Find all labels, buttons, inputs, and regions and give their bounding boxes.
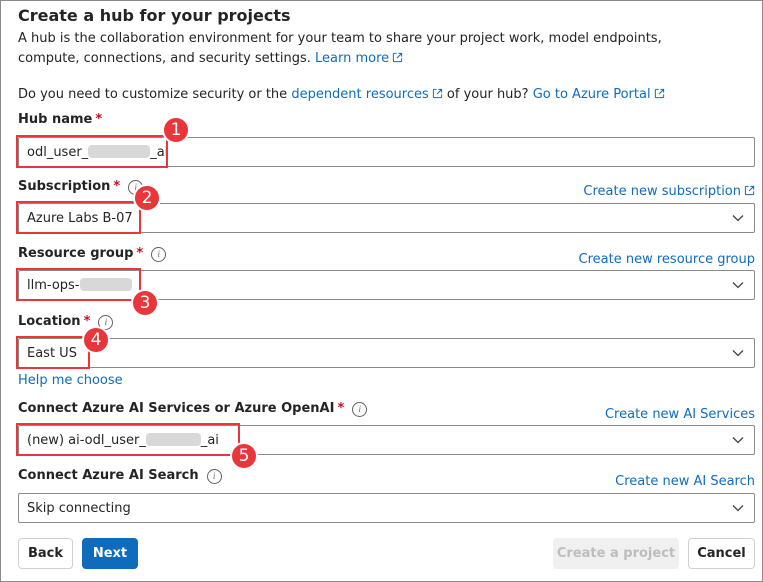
dependent-resources-link[interactable]: dependent resources <box>291 87 442 102</box>
hub-name-label-text: Hub name <box>18 112 93 127</box>
chevron-down-icon <box>732 215 744 222</box>
create-new-ai-services-link[interactable]: Create new AI Services <box>605 407 755 422</box>
chevron-down-icon <box>732 350 744 357</box>
create-project-button[interactable]: Create a project <box>553 538 679 569</box>
callout-badge-5: 5 <box>230 442 258 470</box>
required-marker: * <box>113 179 121 194</box>
azure-portal-link[interactable]: Go to Azure Portal <box>533 87 665 102</box>
info-icon[interactable]: i <box>352 402 368 417</box>
chevron-down-icon <box>732 437 744 444</box>
info-icon[interactable]: i <box>206 469 222 484</box>
external-link-icon <box>654 88 664 99</box>
ai-search-dropdown[interactable]: Skip connecting <box>18 493 755 523</box>
location-label-text: Location <box>18 314 81 329</box>
callout-highlight-5 <box>16 423 240 456</box>
callout-badge-3: 3 <box>131 289 159 317</box>
learn-more-link[interactable]: Learn more <box>315 51 403 66</box>
create-new-ai-search-link[interactable]: Create new AI Search <box>615 474 755 489</box>
back-button[interactable]: Back <box>18 538 73 569</box>
callout-highlight-1 <box>16 135 168 168</box>
next-button[interactable]: Next <box>82 538 138 569</box>
callout-highlight-3 <box>16 268 141 301</box>
panel-title: Create a hub for your projects <box>18 6 291 25</box>
panel-description: A hub is the collaboration environment f… <box>18 29 708 69</box>
ai-services-label: Connect Azure AI Services or Azure OpenA… <box>18 401 368 417</box>
customize-prefix: Do you need to customize security or the <box>18 87 288 102</box>
external-link-icon <box>393 52 403 63</box>
external-link-icon <box>432 88 442 99</box>
create-new-resource-group-link[interactable]: Create new resource group <box>579 252 755 267</box>
learn-more-label: Learn more <box>315 51 390 66</box>
help-me-choose-link[interactable]: Help me choose <box>18 373 123 388</box>
required-marker: * <box>337 401 345 416</box>
ai-search-label-text: Connect Azure AI Search <box>18 468 199 483</box>
callout-highlight-2 <box>16 201 141 234</box>
customize-middle: of your hub? <box>446 87 529 102</box>
dependent-resources-label: dependent resources <box>291 87 429 102</box>
ai-services-label-text: Connect Azure AI Services or Azure OpenA… <box>18 401 335 416</box>
required-marker: * <box>95 112 103 127</box>
callout-badge-2: 2 <box>133 184 161 212</box>
external-link-icon <box>744 185 755 196</box>
location-dropdown[interactable]: East US <box>18 338 755 368</box>
create-new-subscription-label: Create new subscription <box>583 184 741 199</box>
callout-badge-4: 4 <box>82 326 110 354</box>
subscription-label-text: Subscription <box>18 179 111 194</box>
ai-search-label: Connect Azure AI Search i <box>18 468 222 484</box>
chevron-down-icon <box>732 282 744 289</box>
resource-group-label-text: Resource group <box>18 246 134 261</box>
resource-group-label: Resource group * i <box>18 246 167 262</box>
required-marker: * <box>136 246 144 261</box>
create-new-subscription-link[interactable]: Create new subscription <box>583 184 755 199</box>
ai-search-value: Skip connecting <box>27 501 131 516</box>
azure-portal-label: Go to Azure Portal <box>532 87 651 102</box>
callout-badge-1: 1 <box>162 116 190 144</box>
hub-name-label: Hub name * <box>18 112 102 127</box>
info-icon[interactable]: i <box>151 247 167 262</box>
cancel-button[interactable]: Cancel <box>688 538 755 569</box>
subscription-label: Subscription * i <box>18 179 144 195</box>
callout-highlight-4 <box>16 336 90 369</box>
chevron-down-icon <box>732 505 744 512</box>
customize-question: Do you need to customize security or the… <box>18 87 665 102</box>
